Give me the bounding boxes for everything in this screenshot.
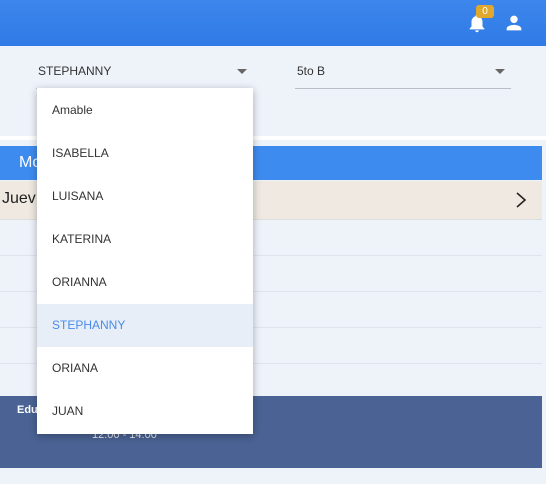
student-dropdown-menu: Amable ISABELLA LUISANA KATERINA ORIANNA… (37, 88, 253, 434)
student-select-value: STEPHANNY (38, 64, 112, 78)
notification-badge: 0 (476, 5, 494, 18)
dropdown-option-selected[interactable]: STEPHANNY (37, 304, 253, 347)
section-select-value: 5to B (297, 64, 326, 78)
dropdown-option[interactable]: ORIANNA (37, 261, 253, 304)
day-label: Juev (2, 190, 36, 207)
dropdown-option[interactable]: LUISANA (37, 175, 253, 218)
user-icon[interactable] (503, 12, 525, 34)
student-select[interactable]: STEPHANNY (36, 46, 253, 89)
event-name: Edu (17, 404, 38, 416)
chevron-right-icon[interactable] (514, 192, 528, 208)
dropdown-option[interactable]: ORIANA (37, 347, 253, 390)
dropdown-option[interactable]: JUAN (37, 390, 253, 433)
dropdown-option[interactable]: Amable (37, 88, 253, 132)
chevron-down-icon (237, 69, 247, 74)
dropdown-option[interactable]: ISABELLA (37, 132, 253, 175)
section-select[interactable]: 5to B (295, 46, 511, 89)
chevron-down-icon (495, 69, 505, 74)
top-app-bar: 0 (0, 0, 546, 46)
dropdown-option[interactable]: KATERINA (37, 218, 253, 261)
